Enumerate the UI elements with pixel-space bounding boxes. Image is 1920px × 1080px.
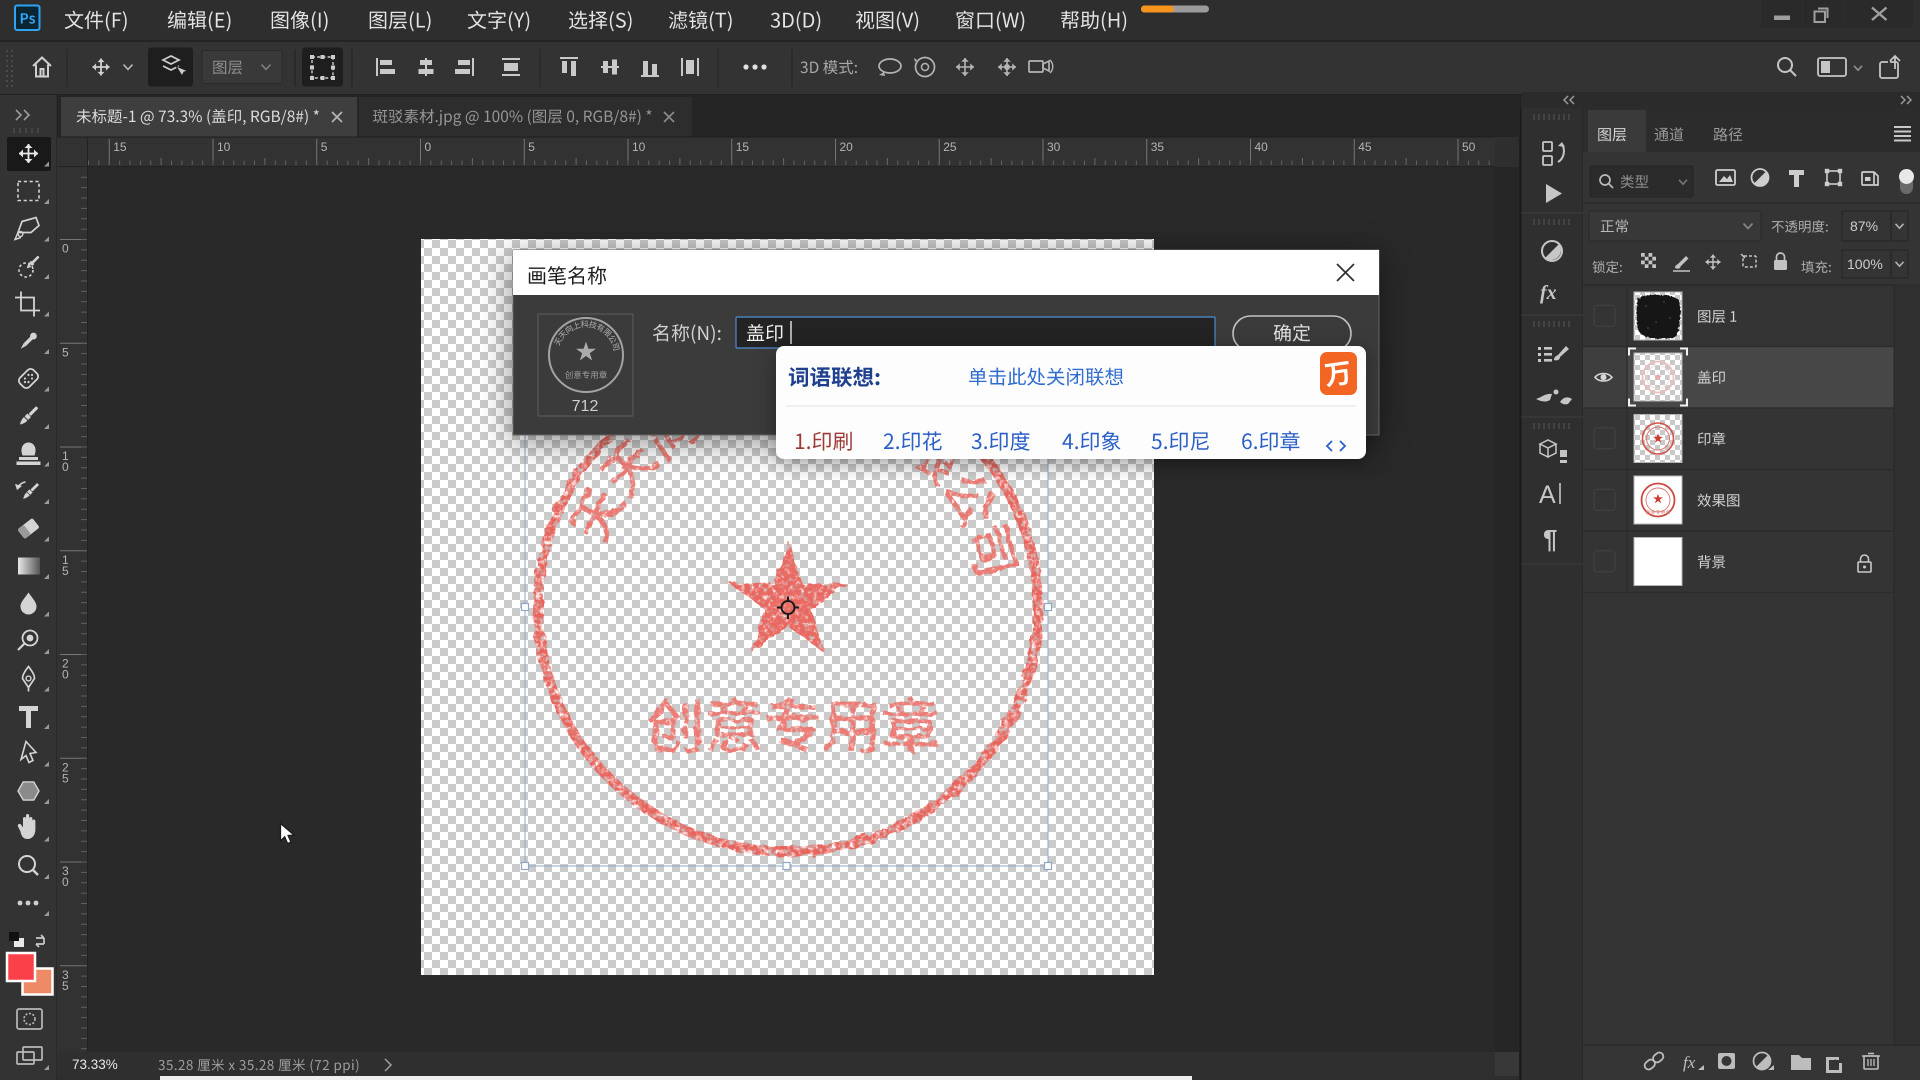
svg-text:20: 20 — [840, 140, 854, 154]
svg-text:10: 10 — [217, 140, 231, 154]
svg-text:5: 5 — [321, 140, 328, 154]
svg-text:45: 45 — [1358, 140, 1372, 154]
svg-text:¶: ¶ — [1543, 524, 1557, 554]
svg-text:5: 5 — [62, 771, 69, 785]
svg-text:25: 25 — [943, 140, 957, 154]
svg-text:0: 0 — [62, 242, 69, 256]
svg-text:0: 0 — [425, 140, 432, 154]
svg-text:5: 5 — [528, 140, 535, 154]
svg-text:5: 5 — [62, 345, 69, 359]
svg-text:5: 5 — [62, 979, 69, 993]
svg-text:712: 712 — [572, 398, 599, 415]
svg-text:35: 35 — [1151, 140, 1165, 154]
svg-text:5: 5 — [62, 564, 69, 578]
svg-text:50: 50 — [1462, 140, 1476, 154]
svg-text:73.33%: 73.33% — [72, 1057, 118, 1072]
svg-text:100%: 100% — [1847, 256, 1883, 272]
svg-text:A: A — [1539, 481, 1556, 509]
svg-text:0: 0 — [62, 875, 69, 889]
svg-text:87%: 87% — [1850, 218, 1878, 234]
svg-text:15: 15 — [736, 140, 750, 154]
svg-text:0: 0 — [62, 460, 69, 474]
svg-text:15: 15 — [113, 140, 127, 154]
svg-text:0: 0 — [62, 668, 69, 682]
svg-text:fx: fx — [1683, 1053, 1696, 1072]
svg-text:10: 10 — [632, 140, 646, 154]
svg-text:fx: fx — [1540, 282, 1557, 304]
svg-text:30: 30 — [1047, 140, 1061, 154]
svg-text:40: 40 — [1255, 140, 1269, 154]
